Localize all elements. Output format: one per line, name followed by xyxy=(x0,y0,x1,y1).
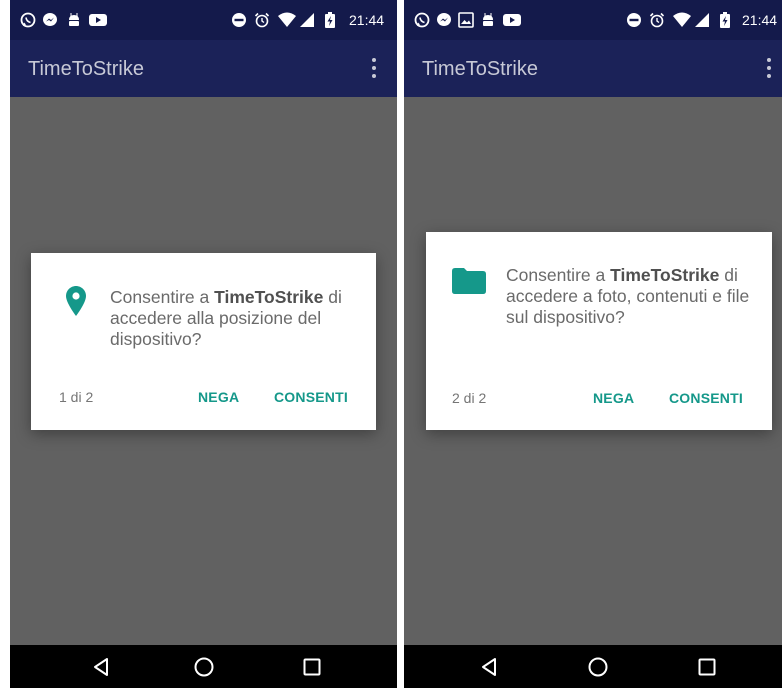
allow-button[interactable]: CONSENTI xyxy=(669,390,743,406)
location-pin-icon xyxy=(66,286,86,321)
screen-1: 21:44 TimeToStrike Consentire a TimeToSt… xyxy=(10,0,397,688)
clock: 21:44 xyxy=(349,12,385,28)
app-title: TimeToStrike xyxy=(422,58,538,80)
dialog-app-name: TimeToStrike xyxy=(610,265,720,285)
status-bar: 21:44 xyxy=(404,0,782,40)
whatsapp-icon xyxy=(414,12,430,28)
dialog-counter: 2 di 2 xyxy=(452,390,487,406)
more-options-icon[interactable] xyxy=(762,56,776,80)
video-icon xyxy=(502,12,522,28)
back-icon[interactable] xyxy=(478,656,500,678)
android-icon xyxy=(480,12,496,28)
recents-icon[interactable] xyxy=(301,656,323,678)
dialog-counter: 1 di 2 xyxy=(59,389,94,405)
video-icon xyxy=(88,12,108,28)
navigation-bar xyxy=(10,645,397,688)
screen-2: 21:44 TimeToStrike Consentire a TimeToSt… xyxy=(404,0,782,688)
do-not-disturb-icon xyxy=(626,12,642,28)
wifi-icon xyxy=(278,12,296,28)
more-options-icon[interactable] xyxy=(367,56,381,80)
permission-dialog: Consentire a TimeToStrike di accedere al… xyxy=(31,253,376,430)
folder-icon xyxy=(452,268,486,299)
messenger-icon xyxy=(436,12,452,28)
permission-dialog: Consentire a TimeToStrike di accedere a … xyxy=(426,232,772,430)
allow-button[interactable]: CONSENTI xyxy=(274,389,348,405)
clock: 21:44 xyxy=(742,12,778,28)
app-bar: TimeToStrike xyxy=(10,40,397,97)
dialog-message: Consentire a TimeToStrike di accedere al… xyxy=(110,287,342,349)
app-title: TimeToStrike xyxy=(28,58,144,80)
image-icon xyxy=(458,12,474,28)
messenger-icon xyxy=(42,12,58,28)
back-icon[interactable] xyxy=(90,656,112,678)
app-bar: TimeToStrike xyxy=(404,40,782,97)
recents-icon[interactable] xyxy=(696,656,718,678)
deny-button[interactable]: NEGA xyxy=(593,390,634,406)
dialog-app-name: TimeToStrike xyxy=(214,287,324,307)
navigation-bar xyxy=(404,645,782,688)
cell-signal-icon xyxy=(299,12,315,28)
cell-signal-icon xyxy=(694,12,710,28)
wifi-icon xyxy=(673,12,691,28)
battery-icon xyxy=(719,12,731,28)
alarm-icon xyxy=(649,12,665,28)
home-icon[interactable] xyxy=(587,656,609,678)
dialog-message: Consentire a TimeToStrike di accedere a … xyxy=(506,265,750,327)
android-icon xyxy=(66,12,82,28)
home-icon[interactable] xyxy=(193,656,215,678)
status-bar: 21:44 xyxy=(10,0,397,40)
whatsapp-icon xyxy=(20,12,36,28)
battery-icon xyxy=(324,12,336,28)
deny-button[interactable]: NEGA xyxy=(198,389,239,405)
alarm-icon xyxy=(254,12,270,28)
do-not-disturb-icon xyxy=(231,12,247,28)
